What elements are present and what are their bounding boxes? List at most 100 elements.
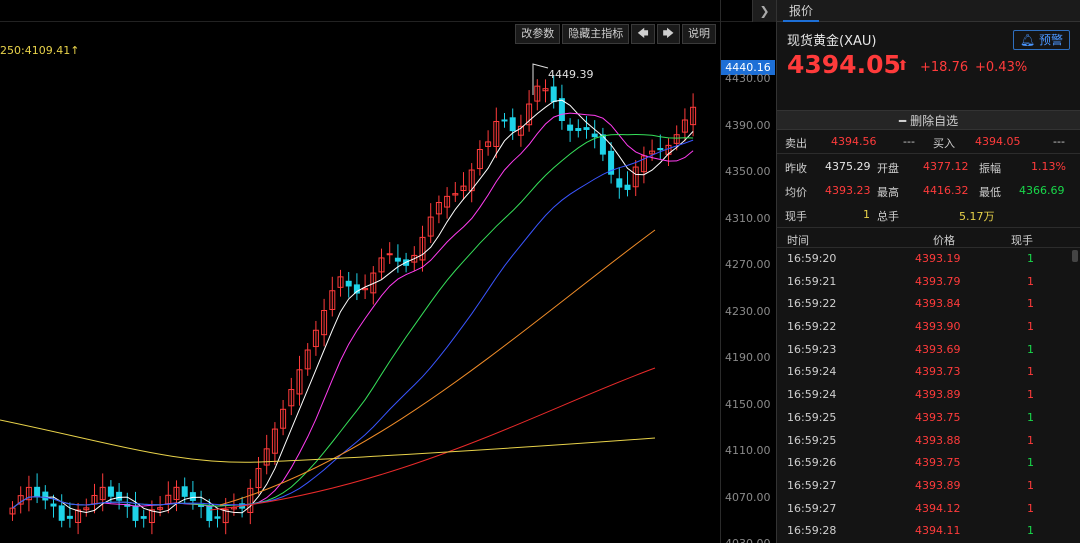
tick-price: 4393.88 <box>915 433 961 447</box>
tick-time: 16:59:24 <box>787 365 837 379</box>
candle-body <box>624 184 631 190</box>
candle-body <box>558 98 565 121</box>
candle-body <box>657 147 664 151</box>
up-arrow-icon: ⬆ <box>897 58 909 74</box>
avg-value: 4393.23 <box>825 184 871 197</box>
tick-price: 4393.73 <box>915 365 961 379</box>
tick-price: 4393.79 <box>915 274 961 288</box>
axis-tick-label: 4190.00 <box>725 351 771 364</box>
right-arrow-icon[interactable]: 🡆 <box>656 24 680 44</box>
candle-body <box>575 128 582 131</box>
price-axis: 4440.16 4430.00 4390.00 4350.00 4310.00 4270… <box>720 0 776 543</box>
price-change-percent: +0.43% <box>975 60 1028 75</box>
axis-tick-label: 4270.00 <box>725 258 771 271</box>
tick-row: 16:59:21 4393.79 1 <box>777 271 1080 294</box>
tick-qty: 1 <box>1027 320 1034 334</box>
candle-body <box>345 280 352 287</box>
tick-time: 16:59:21 <box>787 274 837 288</box>
tick-price: 4394.11 <box>915 524 961 538</box>
last-vol-value: 1 <box>863 208 870 221</box>
axis-tick-label: 4310.00 <box>725 211 771 225</box>
help-button[interactable]: 说明 <box>682 24 716 44</box>
quote-panel: 报价 现货黄金(XAU) 🔔︎ 预警 4394.05 ⬆ +18.76 +0.4… <box>776 0 1080 543</box>
sell-label: 卖出 <box>785 137 807 150</box>
tick-row: 16:59:26 4393.75 1 <box>777 452 1080 475</box>
tab-quote[interactable]: 报价 <box>783 0 820 22</box>
tick-time: 16:59:22 <box>787 297 837 311</box>
tick-time: 16:59:27 <box>787 478 837 492</box>
candle-body <box>214 516 221 519</box>
tick-time: 16:59:20 <box>787 252 837 265</box>
tick-row: 16:59:25 4393.88 1 <box>777 430 1080 453</box>
tick-qty: 1 <box>1027 297 1034 311</box>
avg-label: 均价 <box>785 186 807 199</box>
tick-price: 4393.69 <box>915 342 961 356</box>
tick-time: 16:59:26 <box>787 456 837 470</box>
ma60-line <box>219 229 656 506</box>
remove-watchlist-button[interactable]: ━ 删除自选 <box>777 110 1080 130</box>
tick-time: 16:59:25 <box>787 433 837 447</box>
axis-tick-label: 4430.00 <box>725 72 771 85</box>
axis-tick-label: 4350.00 <box>725 165 771 178</box>
candle-body <box>66 515 73 519</box>
axis-tick-label: 4070.00 <box>725 490 771 504</box>
change-params-button[interactable]: 改参数 <box>515 24 561 44</box>
tick-row: 16:59:23 4393.69 1 <box>777 339 1080 362</box>
tick-row: 16:59:20 4393.19 1 <box>777 248 1080 271</box>
high-value: 4416.32 <box>923 184 969 197</box>
left-arrow-icon[interactable]: 🡄 <box>631 24 655 44</box>
tick-list[interactable]: 16:59:20 4393.19 1 16:59:21 4393.79 1 16:59:22… <box>777 248 1080 543</box>
open-value: 4377.12 <box>923 160 969 173</box>
axis-tick-label: 4030.00 <box>725 537 771 543</box>
tick-qty: 1 <box>1027 433 1034 447</box>
tick-price: 4393.90 <box>915 320 961 334</box>
hide-main-indicator-button[interactable]: 隐藏主指标 <box>562 24 630 44</box>
tick-time: 16:59:23 <box>787 342 837 356</box>
tick-time: 16:59:27 <box>787 501 837 515</box>
tick-time: 16:59:22 <box>787 320 837 334</box>
axis-tick-label: 4150.00 <box>725 397 771 411</box>
candlestick-chart[interactable] <box>0 0 720 543</box>
tick-qty: 1 <box>1027 274 1034 288</box>
low-label: 最低 <box>979 186 1001 199</box>
candle-body <box>509 117 516 132</box>
candle-body <box>34 486 41 497</box>
candle-body <box>567 124 574 131</box>
buy-qty: --- <box>1053 135 1065 148</box>
candle-body <box>132 505 139 521</box>
alert-button[interactable]: 🔔︎ 预警 <box>1012 30 1070 50</box>
chart-toolbar: 改参数 隐藏主指标 🡄 🡆 说明 <box>513 24 716 44</box>
amplitude-label: 振幅 <box>979 162 1001 175</box>
candle-body <box>189 492 196 501</box>
bid-ask-row: 卖出 4394.56 --- 买入 4394.05 --- <box>777 130 1080 154</box>
tick-qty: 1 <box>1027 342 1034 356</box>
high-label: 最高 <box>877 186 899 199</box>
total-vol-value: 5.17万 <box>959 210 995 223</box>
tick-row: 16:59:28 4394.11 1 <box>777 520 1080 543</box>
remove-watchlist-label: 删除自选 <box>910 114 959 128</box>
total-vol-label: 总手 <box>877 210 899 223</box>
candle-body <box>583 127 590 130</box>
ma5-line <box>12 99 694 514</box>
kline-chart-area[interactable]: ❯ 250:4109.41↑ 改参数 隐藏主指标 🡄 🡆 说明 4449.39 … <box>0 0 776 543</box>
tick-price: 4394.12 <box>915 501 961 515</box>
tick-price: 4393.19 <box>915 252 961 265</box>
tick-qty: 1 <box>1027 252 1034 265</box>
candle-body <box>116 491 123 501</box>
ma20-line <box>12 133 694 509</box>
tick-row: 16:59:27 4393.89 1 <box>777 475 1080 498</box>
tick-row: 16:59:22 4393.90 1 <box>777 316 1080 339</box>
candle-body <box>550 86 557 103</box>
tick-time: 16:59:24 <box>787 388 837 402</box>
last-vol-label: 现手 <box>785 210 807 223</box>
sell-qty: --- <box>903 135 915 148</box>
tick-qty: 1 <box>1027 456 1034 470</box>
tick-row: 16:59:22 4393.84 1 <box>777 293 1080 316</box>
panel-tab-bar: 报价 <box>777 0 1080 22</box>
low-value: 4366.69 <box>1019 184 1065 197</box>
open-label: 开盘 <box>877 162 899 175</box>
axis-tick-label: 4390.00 <box>725 118 771 132</box>
tick-price: 4393.89 <box>915 478 961 492</box>
candle-body <box>140 516 147 519</box>
buy-label: 买入 <box>933 137 955 150</box>
